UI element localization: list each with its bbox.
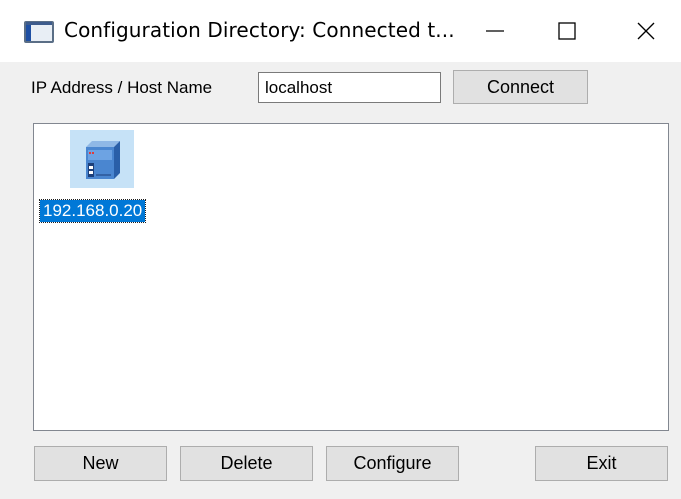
exit-button[interactable]: Exit: [535, 446, 668, 481]
maximize-icon: [558, 22, 576, 40]
host-label: IP Address / Host Name: [31, 78, 213, 97]
minimize-button[interactable]: [463, 0, 527, 62]
configuration-directory-window: Configuration Directory: Connected t... …: [0, 0, 681, 499]
delete-button[interactable]: Delete: [180, 446, 313, 481]
list-item[interactable]: 192.168.0.20: [38, 130, 164, 223]
device-list[interactable]: 192.168.0.20: [33, 123, 669, 431]
close-button[interactable]: [614, 0, 678, 62]
maximize-button[interactable]: [535, 0, 599, 62]
new-button[interactable]: New: [34, 446, 167, 481]
app-window-icon: [23, 20, 55, 44]
server-device-icon: [70, 130, 134, 188]
title-bar[interactable]: Configuration Directory: Connected t...: [0, 0, 681, 62]
configure-button[interactable]: Configure: [326, 446, 459, 481]
host-input[interactable]: [258, 72, 441, 103]
device-label: 192.168.0.20: [38, 199, 147, 223]
window-title: Configuration Directory: Connected t...: [64, 18, 455, 42]
minimize-icon: [486, 30, 504, 32]
connect-button[interactable]: Connect: [453, 70, 588, 104]
close-icon: [637, 22, 655, 40]
